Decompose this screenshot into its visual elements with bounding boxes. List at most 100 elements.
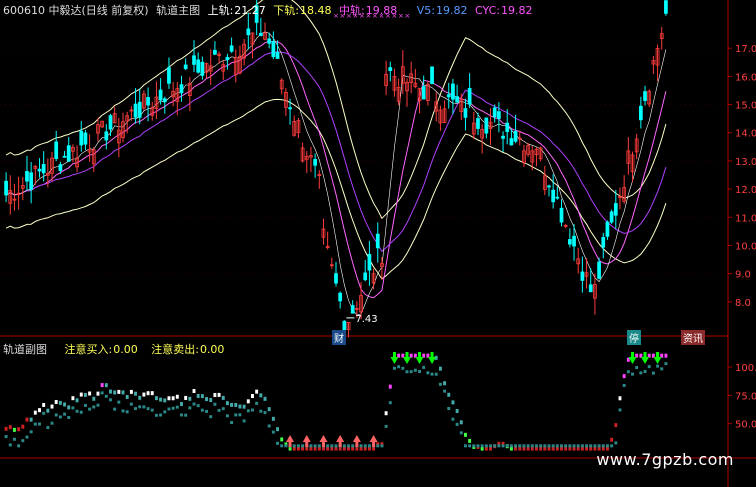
candle-down [271,41,276,58]
osc-shadow-block [263,411,267,415]
candle-down [559,207,564,223]
sell-arrow-stem [321,442,325,447]
osc-block [205,397,209,402]
osc-shadow-block [547,444,551,448]
osc-shadow-block [505,444,509,448]
mid-value: 19.88 [365,4,398,17]
osc-shadow-block [21,439,25,443]
event-tag-finance[interactable]: 财 [332,330,346,345]
osc-shadow-block [560,444,563,448]
candle-down [551,189,556,203]
osc-shadow-block [301,444,305,448]
buy-arrow-stem [418,352,422,357]
osc-shadow-block [610,444,614,448]
candle-down [588,284,593,293]
v5-value: 19.82 [435,4,468,17]
candle-down [213,49,217,55]
osc-shadow-block [313,444,317,448]
mid-label: 中轨: [339,4,365,17]
osc-block [33,410,37,415]
candle-down [580,271,585,281]
candle-down [83,132,88,145]
osc-shadow-block [54,413,58,417]
candle-down [58,164,63,172]
candle-down [246,28,251,36]
osc-shadow-block [296,444,300,448]
osc-block [63,402,67,407]
osc-block [46,408,50,413]
candle-down [572,235,576,247]
event-tag-news[interactable]: 资讯 [681,330,705,345]
sell-arrow [336,435,345,442]
candle-down [505,122,510,132]
v5-label: V5: [416,4,435,17]
osc-shadow-block [430,372,434,376]
buy-arrow [641,357,650,364]
osc-shadow-block [50,421,54,425]
osc-shadow-block [405,370,409,374]
osc-shadow-block [660,367,664,371]
candle-down [79,130,84,146]
osc-shadow-block [259,409,263,413]
osc-shadow-block [88,407,92,411]
buy-arrow [428,357,437,364]
kline-chart[interactable]: 8.0 9.0 10.0 11.0 12.0 13.0 14.0 15.0 16.0 17.0 50… [0,0,756,487]
osc-shadow-block [33,422,37,426]
osc-block [58,400,62,405]
candle-down [66,145,71,162]
osc-shadow-block [79,410,83,414]
osc-shadow-block [8,443,12,447]
candle-down [258,32,263,37]
osc-shadow-block [284,444,288,448]
osc-block [38,408,41,413]
osc-block [225,401,229,406]
osc-shadow-block [631,372,634,376]
osc-shadow-block [351,444,355,448]
sell-arrow [352,435,361,442]
candle-down [455,96,459,103]
osc-shadow-block [125,410,129,414]
sell-arrow [286,435,295,442]
osc-shadow-block [17,444,21,448]
candle-down [313,159,317,166]
candle-down [484,117,489,134]
osc-block [67,405,71,410]
osc-shadow-block [154,413,158,417]
osc-shadow-block [664,362,668,366]
osc-block [92,396,96,401]
osc-shadow-block [585,444,589,448]
candle-down [133,103,138,118]
candle-down [338,292,343,302]
osc-shadow-block [572,444,576,448]
osc-block [463,432,467,437]
osc-shadow-block [163,410,167,414]
osc-shadow-block [171,406,175,410]
event-tag-halt[interactable]: 停 [627,330,641,345]
candle-down [664,0,668,14]
osc-block [175,394,179,399]
osc-shadow-block [388,401,392,405]
price-tick-label: 12.0 [735,185,756,196]
osc-block [213,393,217,398]
osc-shadow-block [601,444,605,448]
osc-block [180,402,183,407]
buy-value: 0.00 [113,343,138,356]
osc-block [259,393,263,398]
osc-shadow-block [251,408,254,412]
osc-shadow-block [605,444,609,448]
osc-tick-label: 75.0 [735,391,756,402]
osc-shadow-block [342,444,346,448]
candle-down [363,272,368,281]
sell-arrow-stem [338,442,342,447]
osc-block [217,392,221,397]
osc-shadow-block [205,409,209,413]
sub-header: 轨道副图 注意买入:0.00 注意卖出:0.00 [3,341,228,357]
osc-shadow-block [4,435,8,439]
osc-shadow-block [472,444,476,448]
osc-block [96,391,100,396]
osc-block [384,411,388,416]
osc-shadow-block [635,366,639,370]
osc-shadow-block [376,444,380,448]
osc-shadow-block [568,444,572,448]
main-header: 600610 中毅达(日线 前复权) 轨道主图 上轨:21.27 下轨:18.4… [3,2,536,18]
